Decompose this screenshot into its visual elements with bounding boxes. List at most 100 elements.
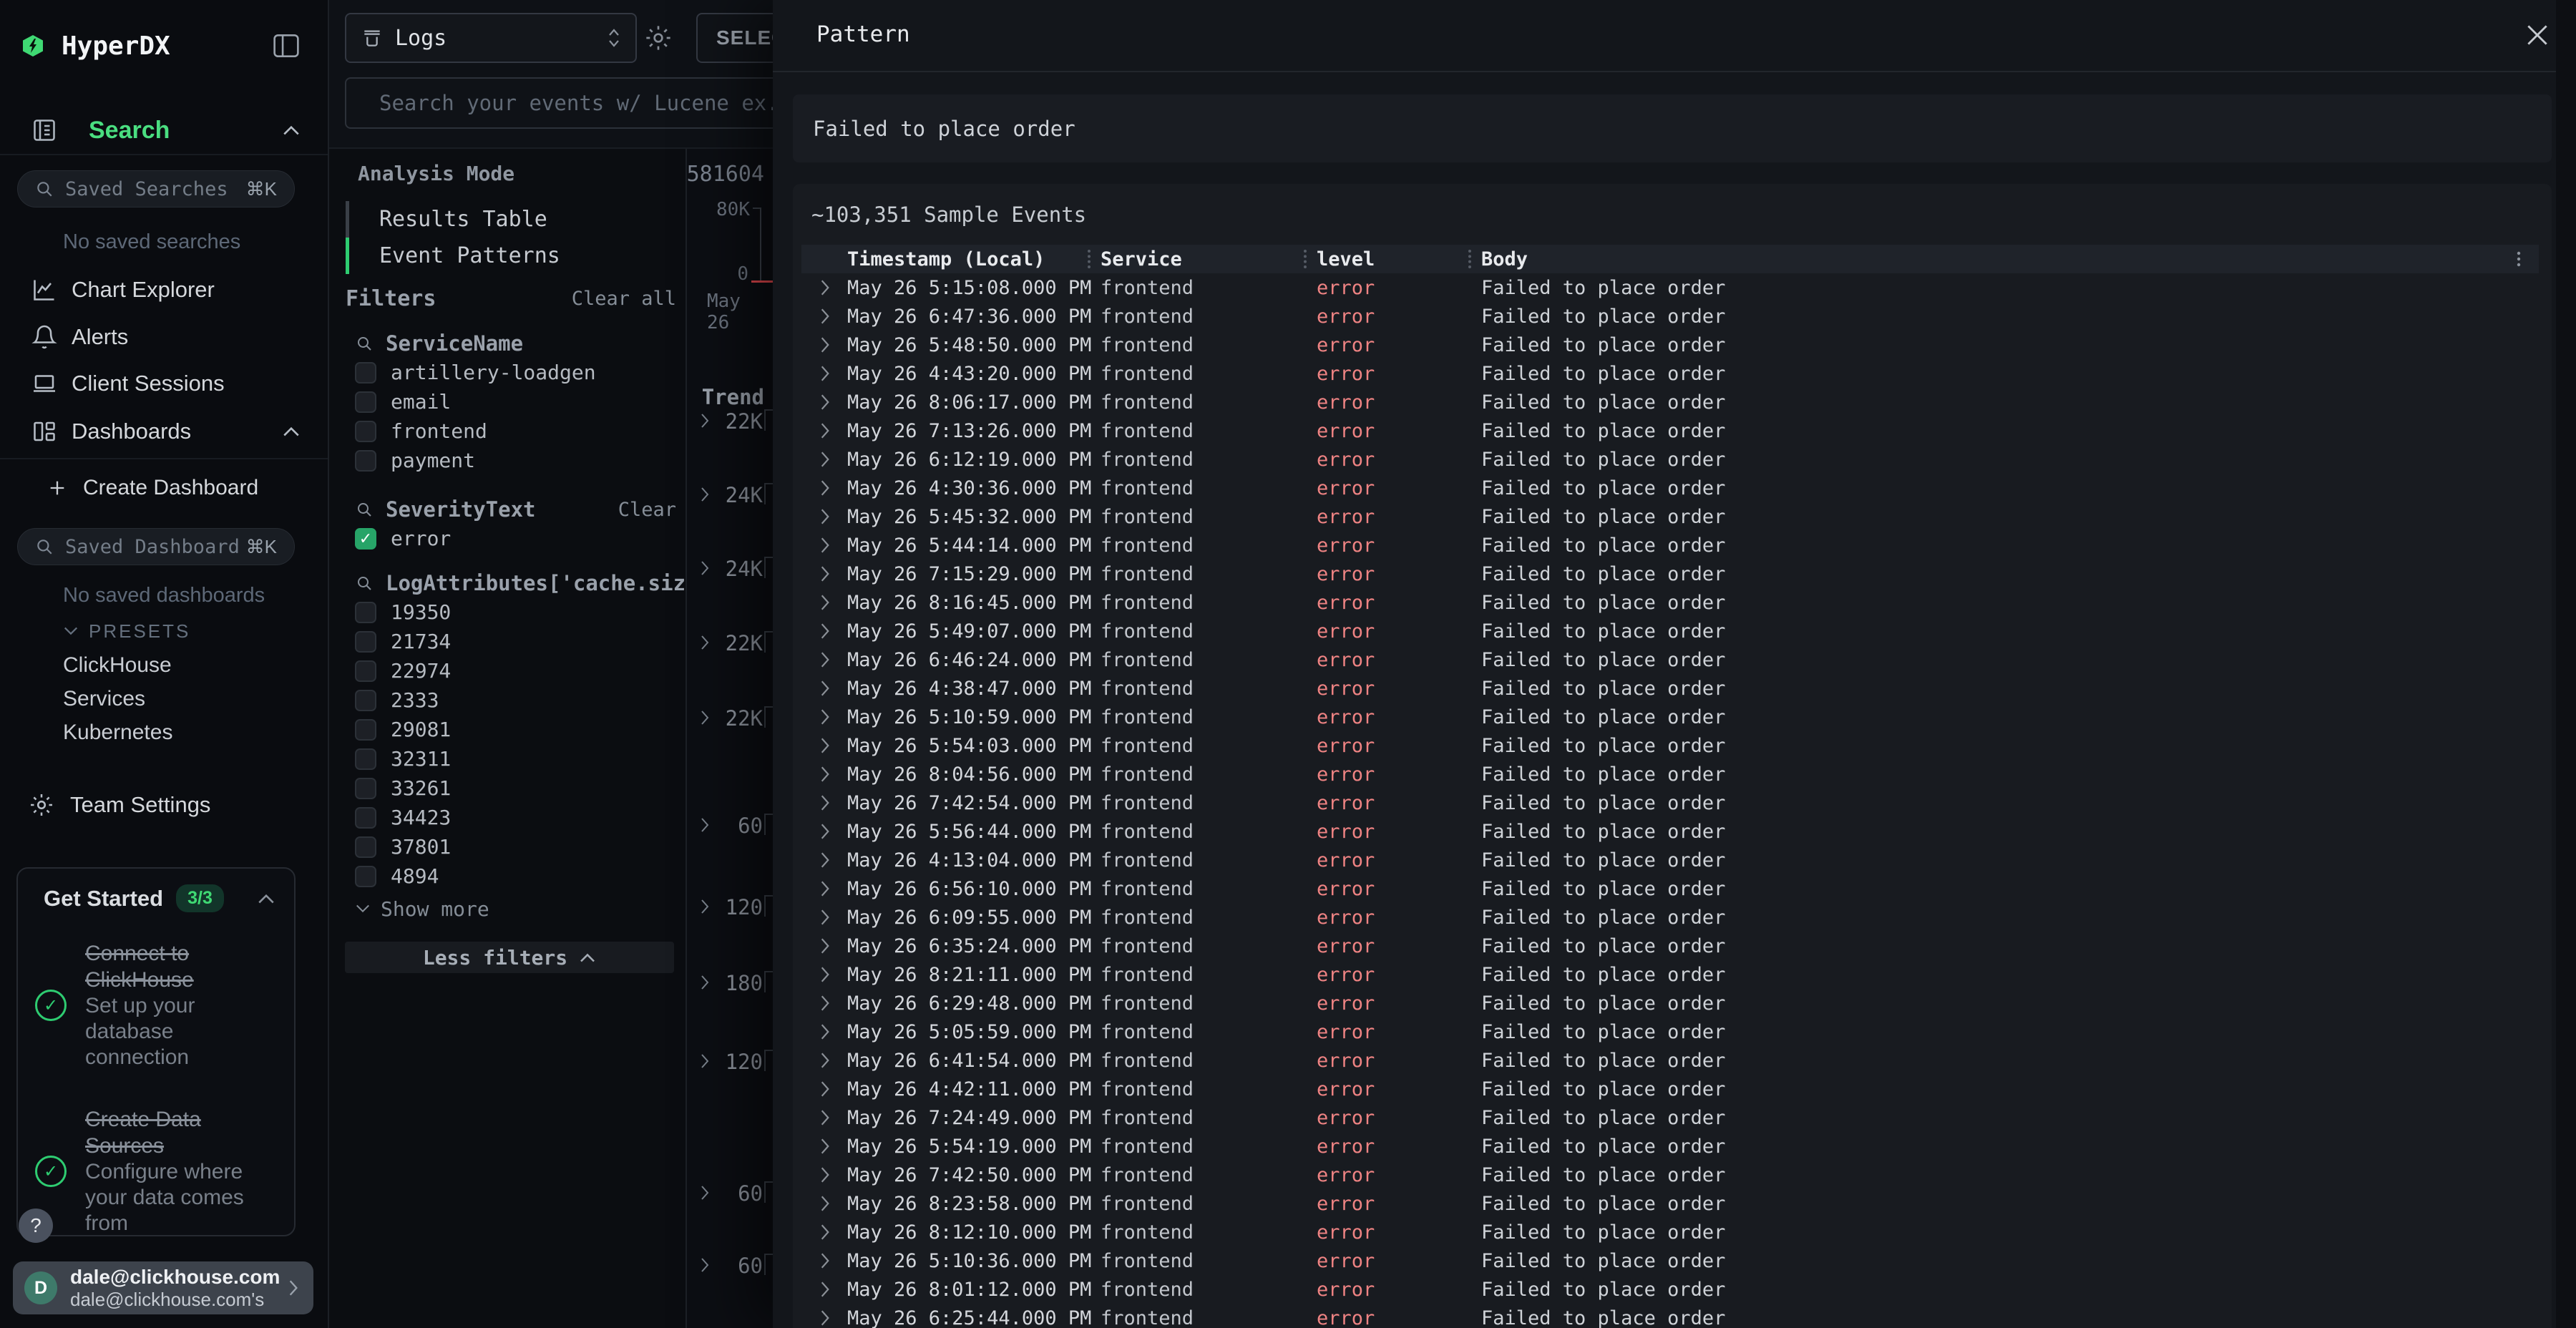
- sample-event-row[interactable]: May 26 8:12:10.000 PM frontend error Fai…: [801, 1218, 2539, 1246]
- expand-chevron-icon[interactable]: [801, 393, 841, 411]
- expand-chevron-icon[interactable]: [698, 486, 711, 503]
- expand-chevron-icon[interactable]: [801, 994, 841, 1012]
- expand-chevron-icon[interactable]: [698, 1053, 711, 1070]
- expand-chevron-icon[interactable]: [801, 851, 841, 869]
- sample-event-row[interactable]: May 26 5:48:50.000 PM frontend error Fai…: [801, 331, 2539, 359]
- checkbox[interactable]: [355, 778, 376, 799]
- sample-event-row[interactable]: May 26 8:04:56.000 PM frontend error Fai…: [801, 760, 2539, 788]
- filter-option[interactable]: payment: [346, 446, 676, 475]
- checkbox[interactable]: [355, 391, 376, 413]
- checkbox[interactable]: [355, 660, 376, 682]
- sidebar-collapse-icon[interactable]: [272, 33, 301, 59]
- expand-chevron-icon[interactable]: [698, 634, 711, 651]
- search-icon[interactable]: [356, 501, 373, 518]
- sample-event-row[interactable]: May 26 5:49:07.000 PM frontend error Fai…: [801, 617, 2539, 645]
- sidebar-item-team-settings[interactable]: Team Settings: [29, 784, 301, 826]
- sidebar-section-search[interactable]: Search: [31, 113, 301, 147]
- sample-event-row[interactable]: May 26 7:15:29.000 PM frontend error Fai…: [801, 560, 2539, 588]
- saved-dashboards-search[interactable]: ⌘K: [17, 528, 295, 565]
- checkbox[interactable]: [355, 866, 376, 887]
- mode-results-table[interactable]: Results Table: [346, 201, 646, 238]
- expand-chevron-icon[interactable]: [801, 765, 841, 783]
- filter-option[interactable]: 33261: [346, 773, 676, 803]
- get-started-item[interactable]: ✓ Create Data Sources Configure where yo…: [35, 1106, 283, 1236]
- filter-option[interactable]: 4894: [346, 861, 676, 891]
- pattern-row[interactable]: 24K: [687, 554, 773, 582]
- sample-event-row[interactable]: May 26 5:10:59.000 PM frontend error Fai…: [801, 703, 2539, 731]
- expand-chevron-icon[interactable]: [801, 1309, 841, 1327]
- expand-chevron-icon[interactable]: [801, 536, 841, 555]
- search-icon[interactable]: [356, 575, 373, 592]
- chevron-up-icon[interactable]: [282, 125, 301, 136]
- sample-event-row[interactable]: May 26 4:43:20.000 PM frontend error Fai…: [801, 359, 2539, 388]
- checkbox[interactable]: [355, 836, 376, 858]
- sample-event-row[interactable]: May 26 6:56:10.000 PM frontend error Fai…: [801, 874, 2539, 903]
- sidebar-item-dashboards[interactable]: Dashboards: [0, 411, 328, 452]
- sample-event-row[interactable]: May 26 7:42:54.000 PM frontend error Fai…: [801, 788, 2539, 817]
- less-filters-button[interactable]: Less filters: [345, 942, 674, 973]
- expand-chevron-icon[interactable]: [801, 1051, 841, 1070]
- sample-event-row[interactable]: May 26 4:42:11.000 PM frontend error Fai…: [801, 1075, 2539, 1103]
- saved-searches-search[interactable]: ⌘K: [17, 170, 295, 208]
- expand-chevron-icon[interactable]: [801, 593, 841, 612]
- expand-chevron-icon[interactable]: [801, 622, 841, 640]
- sample-event-row[interactable]: May 26 5:54:03.000 PM frontend error Fai…: [801, 731, 2539, 760]
- expand-chevron-icon[interactable]: [801, 364, 841, 383]
- preset-item[interactable]: ClickHouse: [63, 648, 172, 682]
- expand-chevron-icon[interactable]: [801, 822, 841, 841]
- user-card[interactable]: D dale@clickhouse.com dale@clickhouse.co…: [13, 1261, 313, 1314]
- expand-chevron-icon[interactable]: [801, 421, 841, 440]
- expand-chevron-icon[interactable]: [698, 974, 711, 991]
- sample-event-row[interactable]: May 26 5:56:44.000 PM frontend error Fai…: [801, 817, 2539, 846]
- expand-chevron-icon[interactable]: [698, 709, 711, 726]
- sidebar-item-chart-explorer[interactable]: Chart Explorer: [0, 269, 328, 311]
- preset-item[interactable]: Services: [63, 682, 172, 716]
- expand-chevron-icon[interactable]: [801, 336, 841, 354]
- expand-chevron-icon[interactable]: [801, 937, 841, 955]
- sidebar-item-alerts[interactable]: Alerts: [0, 316, 328, 358]
- saved-searches-input[interactable]: [65, 178, 240, 200]
- table-options-kebab-icon[interactable]: [2510, 250, 2527, 268]
- expand-chevron-icon[interactable]: [801, 708, 841, 726]
- expand-chevron-icon[interactable]: [801, 1194, 841, 1213]
- pattern-row[interactable]: 24K: [687, 480, 773, 509]
- expand-chevron-icon[interactable]: [801, 908, 841, 927]
- expand-chevron-icon[interactable]: [801, 965, 841, 984]
- expand-chevron-icon[interactable]: [801, 1137, 841, 1156]
- mode-event-patterns[interactable]: Event Patterns: [346, 238, 646, 274]
- filter-option-error[interactable]: ✓ error: [346, 524, 676, 553]
- checkbox[interactable]: [355, 719, 376, 741]
- sample-event-row[interactable]: May 26 6:09:55.000 PM frontend error Fai…: [801, 903, 2539, 932]
- checkbox[interactable]: [355, 690, 376, 711]
- checkbox-checked[interactable]: ✓: [355, 528, 376, 550]
- sample-event-row[interactable]: May 26 7:42:50.000 PM frontend error Fai…: [801, 1161, 2539, 1189]
- expand-chevron-icon[interactable]: [801, 450, 841, 469]
- filter-option[interactable]: 2333: [346, 685, 676, 715]
- sample-event-row[interactable]: May 26 6:46:24.000 PM frontend error Fai…: [801, 645, 2539, 674]
- filter-option[interactable]: 21734: [346, 627, 676, 656]
- expand-chevron-icon[interactable]: [801, 1022, 841, 1041]
- expand-chevron-icon[interactable]: [801, 736, 841, 755]
- column-header-body[interactable]: Body: [1468, 248, 2539, 270]
- sample-event-row[interactable]: May 26 4:38:47.000 PM frontend error Fai…: [801, 674, 2539, 703]
- clear-button[interactable]: Clear: [618, 499, 676, 521]
- checkbox[interactable]: [355, 807, 376, 829]
- help-button[interactable]: ?: [19, 1209, 53, 1243]
- expand-chevron-icon[interactable]: [801, 1108, 841, 1127]
- sample-event-row[interactable]: May 26 5:45:32.000 PM frontend error Fai…: [801, 502, 2539, 531]
- expand-chevron-icon[interactable]: [801, 679, 841, 698]
- modal-scroll-gutter[interactable]: [2556, 0, 2576, 1328]
- expand-chevron-icon[interactable]: [801, 1251, 841, 1270]
- get-started-item[interactable]: ✓ Connect to ClickHouse Set up your data…: [35, 940, 283, 1070]
- filter-option[interactable]: artillery-loadgen: [346, 358, 676, 387]
- expand-chevron-icon[interactable]: [698, 1256, 711, 1274]
- column-header-level[interactable]: level: [1304, 248, 1468, 270]
- get-started-header[interactable]: Get Started 3/3: [44, 884, 275, 912]
- search-icon[interactable]: [356, 335, 373, 352]
- column-header-timestamp[interactable]: Timestamp (Local): [841, 248, 1088, 270]
- sample-event-row[interactable]: May 26 5:10:36.000 PM frontend error Fai…: [801, 1246, 2539, 1275]
- sample-event-row[interactable]: May 26 7:13:26.000 PM frontend error Fai…: [801, 416, 2539, 445]
- chevron-up-icon[interactable]: [257, 893, 275, 904]
- expand-chevron-icon[interactable]: [698, 1184, 711, 1201]
- event-search-input[interactable]: [345, 77, 803, 129]
